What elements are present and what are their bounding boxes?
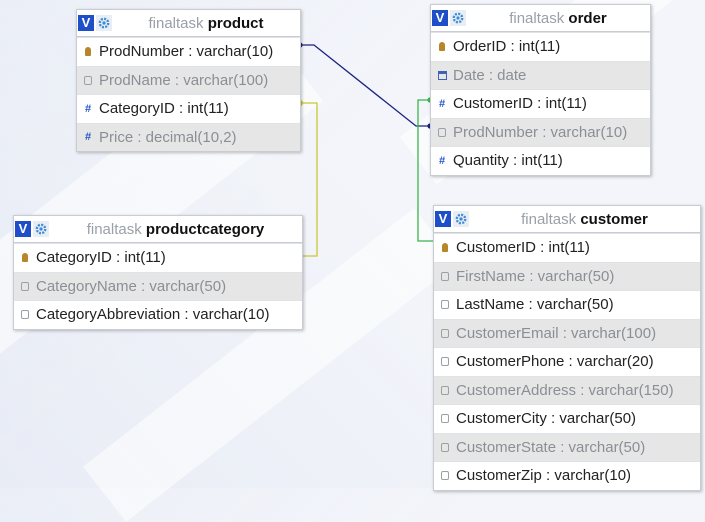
column-row[interactable]: CustomerCity : varchar(50) — [434, 404, 700, 433]
hash-icon: # — [84, 102, 92, 115]
toggle-columns-button[interactable]: V — [432, 10, 448, 26]
column-row[interactable]: # Price : decimal(10,2) — [77, 122, 300, 151]
column-row[interactable]: CategoryName : varchar(50) — [14, 271, 302, 300]
table-title: finaltask productcategory — [86, 220, 265, 238]
field-icon — [440, 328, 450, 338]
table-product[interactable]: V finaltask product ProdNumber : varchar… — [76, 9, 301, 152]
gear-icon[interactable] — [450, 10, 466, 26]
gear-icon[interactable] — [453, 211, 469, 227]
field-icon — [83, 75, 93, 85]
column-row[interactable]: CustomerState : varchar(50) — [434, 432, 700, 461]
field-icon — [440, 357, 450, 367]
field-icon — [440, 471, 450, 481]
primary-key-icon — [440, 243, 450, 253]
field-icon — [20, 310, 30, 320]
column-row[interactable]: Date : date — [431, 60, 650, 89]
primary-key-icon — [437, 42, 447, 52]
table-customer[interactable]: V finaltask customer CustomerID : int(11… — [433, 205, 701, 491]
field-icon — [20, 281, 30, 291]
column-row[interactable]: CustomerAddress : varchar(150) — [434, 375, 700, 404]
column-row[interactable]: # Quantity : int(11) — [431, 146, 650, 175]
primary-key-icon — [20, 253, 30, 263]
field-icon — [440, 271, 450, 281]
table-header[interactable]: V finaltask product — [77, 10, 300, 37]
field-icon — [440, 414, 450, 424]
column-row[interactable]: CustomerZip : varchar(10) — [434, 461, 700, 490]
column-row[interactable]: CustomerEmail : varchar(100) — [434, 318, 700, 347]
column-row[interactable]: CustomerPhone : varchar(20) — [434, 347, 700, 376]
hash-icon: # — [438, 97, 446, 110]
field-icon — [440, 300, 450, 310]
hash-icon: # — [438, 154, 446, 167]
table-order[interactable]: V finaltask order OrderID : int(11) Date… — [430, 4, 651, 176]
gear-icon[interactable] — [96, 15, 112, 31]
field-icon — [440, 442, 450, 452]
column-row[interactable]: LastName : varchar(50) — [434, 290, 700, 319]
toggle-columns-button[interactable]: V — [78, 15, 94, 31]
column-row[interactable]: CustomerID : int(11) — [434, 233, 700, 262]
table-header[interactable]: V finaltask productcategory — [14, 216, 302, 243]
table-title: finaltask product — [148, 14, 264, 32]
primary-key-icon — [83, 47, 93, 57]
column-row[interactable]: OrderID : int(11) — [431, 32, 650, 61]
column-row[interactable]: ProdNumber : varchar(10) — [77, 37, 300, 66]
gear-icon[interactable] — [33, 221, 49, 237]
column-row[interactable]: ProdNumber : varchar(10) — [431, 117, 650, 146]
column-row[interactable]: ProdName : varchar(100) — [77, 65, 300, 94]
table-title: finaltask order — [509, 9, 607, 27]
relation-line-product-order — [301, 44, 430, 127]
toggle-columns-button[interactable]: V — [15, 221, 31, 237]
toggle-columns-button[interactable]: V — [435, 211, 451, 227]
column-row[interactable]: # CategoryID : int(11) — [77, 94, 300, 123]
column-row[interactable]: CategoryID : int(11) — [14, 243, 302, 272]
column-row[interactable]: # CustomerID : int(11) — [431, 89, 650, 118]
hash-icon: # — [84, 131, 92, 144]
calendar-icon — [437, 70, 447, 80]
table-header[interactable]: V finaltask order — [431, 5, 650, 32]
column-row[interactable]: FirstName : varchar(50) — [434, 261, 700, 290]
column-row[interactable]: CategoryAbbreviation : varchar(10) — [14, 300, 302, 329]
field-icon — [440, 385, 450, 395]
table-title: finaltask customer — [521, 210, 648, 228]
field-icon — [437, 127, 447, 137]
table-productcategory[interactable]: V finaltask productcategory CategoryID :… — [13, 215, 303, 330]
table-header[interactable]: V finaltask customer — [434, 206, 700, 233]
